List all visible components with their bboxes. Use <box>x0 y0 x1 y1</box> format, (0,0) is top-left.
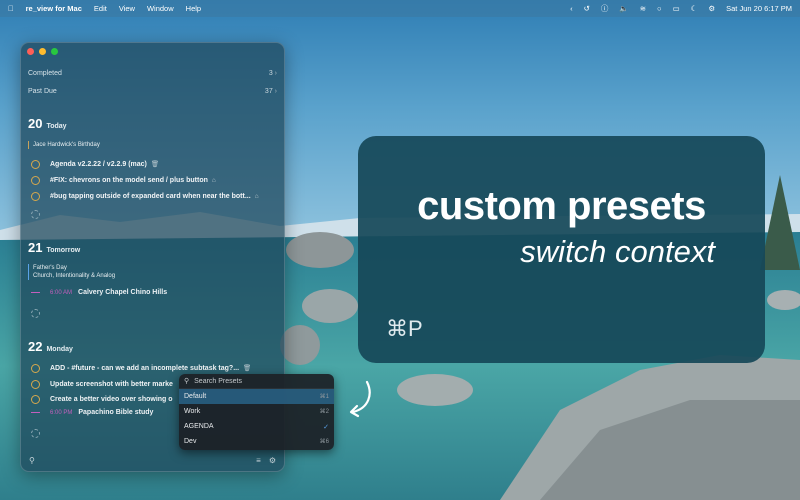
trash-icon[interactable]: 🗑 <box>151 160 159 168</box>
day-number: 21 <box>28 240 43 255</box>
event-marker <box>31 291 40 294</box>
gear-icon[interactable]: ⚙ <box>269 456 276 465</box>
trash-icon[interactable]: 🗑 <box>243 364 251 372</box>
presets-popup: ⚲ Search Presets Default ⌘1 Work ⌘2 AGEN… <box>179 374 334 450</box>
preset-label: Dev <box>184 438 197 445</box>
battery-icon[interactable]: ▭ <box>673 4 680 13</box>
menu-help[interactable]: Help <box>186 4 201 13</box>
day-header-monday: 22 Monday <box>28 339 73 354</box>
task-checkbox[interactable] <box>31 379 40 389</box>
minimize-button[interactable] <box>39 48 46 55</box>
day-name: Tomorrow <box>46 247 81 254</box>
day-number: 20 <box>28 116 43 131</box>
task-title: Create a better video over showing o <box>50 395 173 403</box>
event-title: Father's Day <box>33 265 67 271</box>
info-icon[interactable]: ⓘ <box>601 3 609 14</box>
promo-shortcut: ⌘P <box>386 316 423 341</box>
all-day-event[interactable]: Jace Hardwick's Birthday <box>28 141 100 149</box>
close-button[interactable] <box>27 48 34 55</box>
circle-icon[interactable]: ○ <box>657 4 662 13</box>
menu-view[interactable]: View <box>119 4 135 13</box>
event-marker <box>31 411 40 414</box>
bottom-toolbar: ⚲ ≡ ⚙ <box>21 449 284 471</box>
task-item[interactable]: Agenda v2.2.22 / v2.2.9 (mac) 🗑 <box>31 158 276 170</box>
timed-event[interactable]: 6:00 PM Papachino Bible study <box>31 409 153 416</box>
task-item[interactable]: #FIX: chevrons on the model send / plus … <box>31 174 276 186</box>
tag-icon: ⌂ <box>254 192 259 200</box>
preset-label: Work <box>184 408 201 415</box>
task-checkbox[interactable] <box>31 191 40 201</box>
preset-shortcut: ⌘6 <box>319 439 329 445</box>
task-title: ADD - #future - can we add an incomplete… <box>50 364 240 372</box>
checkmark-icon: ✓ <box>323 423 329 431</box>
task-item[interactable]: #bug tapping outside of expanded card wh… <box>31 190 276 202</box>
promo-subtitle: switch context <box>520 234 715 269</box>
preset-option-default[interactable]: Default ⌘1 <box>179 389 334 404</box>
moon-icon[interactable]: ☾ <box>691 4 698 13</box>
day-name: Monday <box>46 346 73 353</box>
promo-card: custom presets switch context ⌘P <box>358 136 765 363</box>
promo-title: custom presets <box>417 184 706 228</box>
menu-bar:  re_view for Mac Edit View Window Help … <box>0 0 800 17</box>
chevron-left-icon[interactable]: ‹ <box>570 4 573 13</box>
presets-search-field[interactable]: ⚲ Search Presets <box>179 374 334 389</box>
preset-shortcut: ⌘2 <box>319 409 329 415</box>
completed-count: 3 <box>269 70 277 77</box>
day-name: Today <box>46 123 67 130</box>
task-title: Update screenshot with better marke <box>50 380 173 388</box>
menu-edit[interactable]: Edit <box>94 4 107 13</box>
preset-label: AGENDA <box>184 423 214 430</box>
preset-shortcut: ⌘1 <box>319 394 329 400</box>
past-due-row[interactable]: Past Due 37 <box>28 88 277 95</box>
control-center-icon[interactable]: ⚙ <box>708 4 715 13</box>
all-day-event[interactable]: Father's Day Church, Intentionality & An… <box>28 264 115 280</box>
completed-label: Completed <box>28 70 62 77</box>
task-item[interactable]: ADD - #future - can we add an incomplete… <box>31 362 276 374</box>
past-due-count: 37 <box>265 88 277 95</box>
day-number: 22 <box>28 339 43 354</box>
day-header-tomorrow: 21 Tomorrow <box>28 240 80 255</box>
event-time: 6:00 AM <box>50 289 73 296</box>
event-title: Calvery Chapel Chino Hills <box>78 289 168 296</box>
add-task-placeholder[interactable] <box>31 210 40 219</box>
task-title: Agenda v2.2.22 / v2.2.9 (mac) <box>50 160 147 168</box>
preset-option-dev[interactable]: Dev ⌘6 <box>179 434 334 449</box>
task-checkbox[interactable] <box>31 159 40 169</box>
curved-arrow-icon <box>349 380 371 418</box>
wifi-icon[interactable]: ≋ <box>640 4 646 13</box>
preset-option-work[interactable]: Work ⌘2 <box>179 404 334 419</box>
past-due-label: Past Due <box>28 88 57 95</box>
add-task-placeholder[interactable] <box>31 309 40 318</box>
presets-list-icon[interactable]: ≡ <box>256 456 261 465</box>
menu-app-name[interactable]: re_view for Mac <box>26 4 82 13</box>
task-title: #FIX: chevrons on the model send / plus … <box>50 176 208 184</box>
zoom-button[interactable] <box>51 48 58 55</box>
task-checkbox[interactable] <box>31 363 40 373</box>
apple-menu-icon[interactable]:  <box>8 4 14 13</box>
event-title: Papachino Bible study <box>78 409 154 416</box>
timed-event[interactable]: 6:00 AM Calvery Chapel Chino Hills <box>31 289 167 296</box>
preset-option-agenda[interactable]: AGENDA ✓ <box>179 419 334 434</box>
menu-window[interactable]: Window <box>147 4 174 13</box>
search-icon[interactable]: ⚲ <box>29 456 35 465</box>
event-subtitle: Church, Intentionality & Analog <box>33 273 116 279</box>
tag-icon: ⌂ <box>211 176 216 184</box>
add-task-placeholder[interactable] <box>31 429 40 438</box>
volume-icon[interactable]: 🔈 <box>619 4 628 13</box>
event-time: 6:00 PM <box>50 409 73 416</box>
history-icon[interactable]: ↺ <box>584 4 590 13</box>
event-title: Jace Hardwick's Birthday <box>33 142 100 148</box>
task-checkbox[interactable] <box>31 394 40 404</box>
menu-clock[interactable]: Sat Jun 20 6:17 PM <box>726 4 792 13</box>
completed-row[interactable]: Completed 3 <box>28 70 277 77</box>
day-header-today: 20 Today <box>28 116 67 131</box>
search-icon: ⚲ <box>184 378 190 385</box>
task-checkbox[interactable] <box>31 175 40 185</box>
preset-label: Default <box>184 393 207 400</box>
task-title: #bug tapping outside of expanded card wh… <box>50 192 251 200</box>
presets-search-placeholder: Search Presets <box>194 377 242 385</box>
